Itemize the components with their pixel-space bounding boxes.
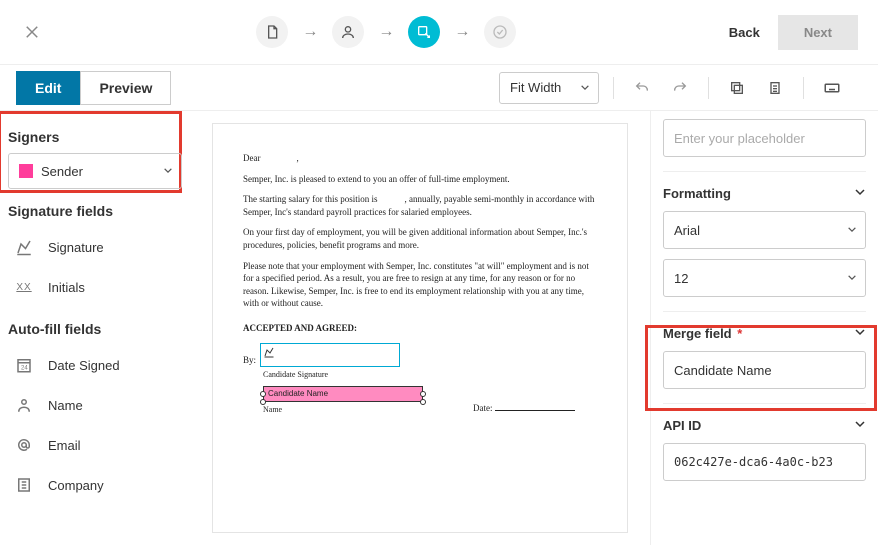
chevron-down-icon[interactable] — [854, 418, 866, 433]
wizard-step-document[interactable] — [256, 16, 288, 48]
chevron-down-icon — [847, 271, 857, 286]
signer-value: Sender — [41, 164, 83, 179]
signer-color-swatch — [19, 164, 33, 178]
initials-icon: XX — [12, 275, 36, 299]
formatting-section: Formatting Arial 12 — [663, 171, 866, 297]
autofill-heading: Auto-fill fields — [8, 321, 182, 337]
zoom-select[interactable]: Fit Width — [499, 72, 599, 104]
chevron-down-icon[interactable] — [854, 326, 866, 341]
wizard-steps: → → → — [44, 16, 729, 48]
chevron-down-icon — [163, 164, 173, 179]
field-initials[interactable]: XX Initials — [8, 267, 182, 307]
next-button[interactable]: Next — [778, 15, 858, 50]
chevron-right-icon: → — [302, 23, 318, 41]
properties-panel: Formatting Arial 12 Merge field * — [650, 111, 878, 545]
api-id-input[interactable] — [663, 443, 866, 481]
field-date-signed[interactable]: 24 Date Signed — [8, 345, 182, 385]
wizard-step-review[interactable] — [484, 16, 516, 48]
chevron-down-icon — [580, 80, 590, 95]
field-label: Date Signed — [48, 358, 120, 373]
back-button[interactable]: Back — [729, 25, 760, 40]
wizard-step-signer[interactable] — [332, 16, 364, 48]
tab-preview[interactable]: Preview — [80, 71, 171, 105]
close-button[interactable] — [20, 20, 44, 44]
merge-field-section: Merge field * — [663, 311, 866, 389]
chevron-right-icon: → — [454, 23, 470, 41]
signature-field-placed[interactable] — [260, 343, 400, 367]
formatting-heading: Formatting — [663, 186, 731, 201]
top-bar-actions: Back Next — [729, 15, 858, 50]
mode-tabs: Edit Preview — [16, 71, 171, 105]
api-id-heading: API ID — [663, 418, 701, 433]
chevron-right-icon: → — [378, 23, 394, 41]
merge-field-heading: Merge field * — [663, 326, 742, 341]
merge-field-input[interactable] — [663, 351, 866, 389]
copy-button[interactable] — [723, 74, 751, 102]
paste-button[interactable] — [761, 74, 789, 102]
document-page: Dear , Semper, Inc. is pleased to extend… — [212, 123, 628, 533]
chevron-down-icon[interactable] — [854, 186, 866, 201]
field-label: Name — [48, 398, 83, 413]
tab-edit[interactable]: Edit — [16, 71, 80, 105]
placeholder-input[interactable] — [663, 119, 866, 157]
api-id-section: API ID — [663, 403, 866, 481]
field-label: Signature — [48, 240, 104, 255]
field-signature[interactable]: Signature — [8, 227, 182, 267]
signers-heading: Signers — [8, 129, 182, 145]
toolbar: Edit Preview Fit Width — [0, 65, 878, 111]
font-size-select[interactable]: 12 — [663, 259, 866, 297]
company-icon — [12, 473, 36, 497]
at-icon — [12, 433, 36, 457]
redo-button[interactable] — [666, 74, 694, 102]
signature-fields-heading: Signature fields — [8, 203, 182, 219]
left-panel: Signers Sender Signature fields Signatur… — [0, 111, 190, 545]
field-label: Email — [48, 438, 81, 453]
document-canvas[interactable]: Dear , Semper, Inc. is pleased to extend… — [190, 111, 650, 545]
undo-button[interactable] — [628, 74, 656, 102]
zoom-value: Fit Width — [510, 80, 561, 95]
person-icon — [12, 393, 36, 417]
chevron-down-icon — [847, 223, 857, 238]
wizard-step-fields[interactable] — [408, 16, 440, 48]
field-label: Initials — [48, 280, 85, 295]
signer-select[interactable]: Sender — [8, 153, 182, 189]
svg-text:24: 24 — [21, 366, 28, 372]
font-select[interactable]: Arial — [663, 211, 866, 249]
field-label: Company — [48, 478, 104, 493]
merge-field-placed[interactable]: Candidate Name — [263, 386, 423, 402]
signature-icon — [12, 235, 36, 259]
keyboard-button[interactable] — [818, 74, 846, 102]
calendar-icon: 24 — [12, 353, 36, 377]
top-bar: → → → Back Next — [0, 0, 878, 64]
field-company[interactable]: Company — [8, 465, 182, 505]
field-email[interactable]: Email — [8, 425, 182, 465]
field-name[interactable]: Name — [8, 385, 182, 425]
